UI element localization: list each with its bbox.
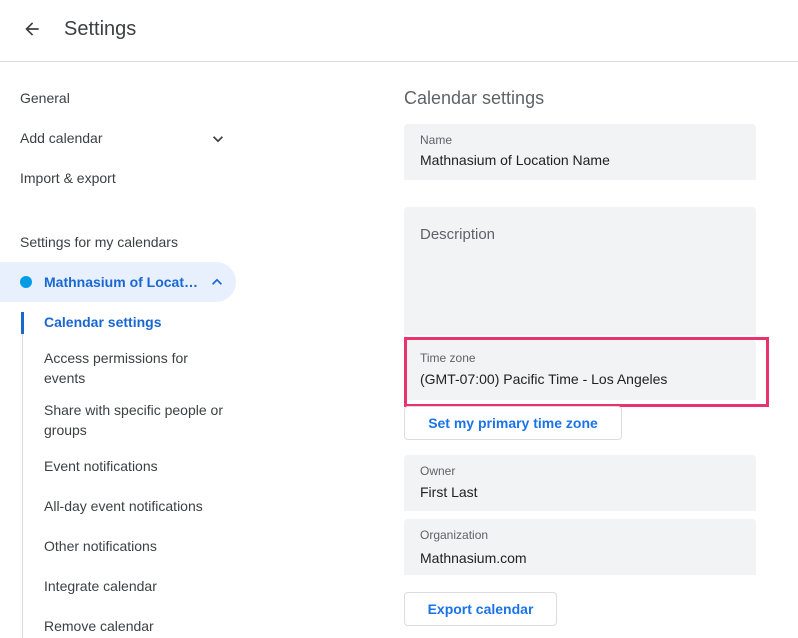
sub-nav-all-day-notifications[interactable]: All-day event notifications xyxy=(44,496,229,516)
timezone-field-value: (GMT-07:00) Pacific Time - Los Angeles xyxy=(420,371,668,387)
sub-nav-share-people[interactable]: Share with specific people or groups xyxy=(44,400,229,440)
organization-field-value: Mathnasium.com xyxy=(420,550,527,566)
calendar-color-dot xyxy=(20,276,32,288)
name-field-label: Name xyxy=(420,133,453,147)
nav-add-calendar[interactable]: Add calendar xyxy=(20,128,103,148)
timezone-field[interactable]: Time zone (GMT-07:00) Pacific Time - Los… xyxy=(404,340,756,400)
sub-nav-event-notifications[interactable]: Event notifications xyxy=(44,456,229,476)
chevron-down-icon xyxy=(213,136,223,143)
timezone-field-label: Time zone xyxy=(420,351,476,365)
sub-nav-other-notifications[interactable]: Other notifications xyxy=(44,536,229,556)
description-placeholder: Description xyxy=(420,226,496,243)
sub-nav-remove-calendar[interactable]: Remove calendar xyxy=(44,616,229,636)
add-calendar-expand-button[interactable] xyxy=(208,129,228,149)
arrow-back-icon xyxy=(25,22,39,36)
calendar-nav-label: Mathnasium of Location Name xyxy=(44,274,200,290)
owner-field-value: First Last xyxy=(420,484,478,500)
name-field[interactable]: Name Mathnasium of Location Name xyxy=(404,124,756,180)
back-button[interactable] xyxy=(14,11,50,47)
sub-nav-access-permissions[interactable]: Access permissions for events xyxy=(44,348,229,388)
sub-nav-active-indicator xyxy=(21,312,24,334)
nav-import-export[interactable]: Import & export xyxy=(20,168,116,188)
owner-field: Owner First Last xyxy=(404,455,756,511)
sub-nav-calendar-settings[interactable]: Calendar settings xyxy=(44,312,229,332)
sub-nav-integrate-calendar[interactable]: Integrate calendar xyxy=(44,576,229,596)
my-calendars-heading: Settings for my calendars xyxy=(20,234,178,250)
set-primary-timezone-button[interactable]: Set my primary time zone xyxy=(404,406,622,440)
sub-nav-rail xyxy=(22,312,23,638)
calendar-nav-item[interactable]: Mathnasium of Location Name xyxy=(0,262,236,302)
owner-field-label: Owner xyxy=(420,464,456,478)
calendar-collapse-button[interactable] xyxy=(207,272,227,292)
name-field-value: Mathnasium of Location Name xyxy=(420,152,610,168)
chevron-up-icon xyxy=(212,278,222,285)
organization-field-label: Organization xyxy=(420,528,489,542)
section-title: Calendar settings xyxy=(404,88,545,108)
page-title: Settings xyxy=(64,18,137,40)
description-field[interactable]: Description xyxy=(404,207,756,335)
nav-general[interactable]: General xyxy=(20,88,70,108)
top-app-bar: Settings xyxy=(0,0,798,62)
organization-field: Organization Mathnasium.com xyxy=(404,519,756,575)
export-calendar-button[interactable]: Export calendar xyxy=(404,592,557,626)
